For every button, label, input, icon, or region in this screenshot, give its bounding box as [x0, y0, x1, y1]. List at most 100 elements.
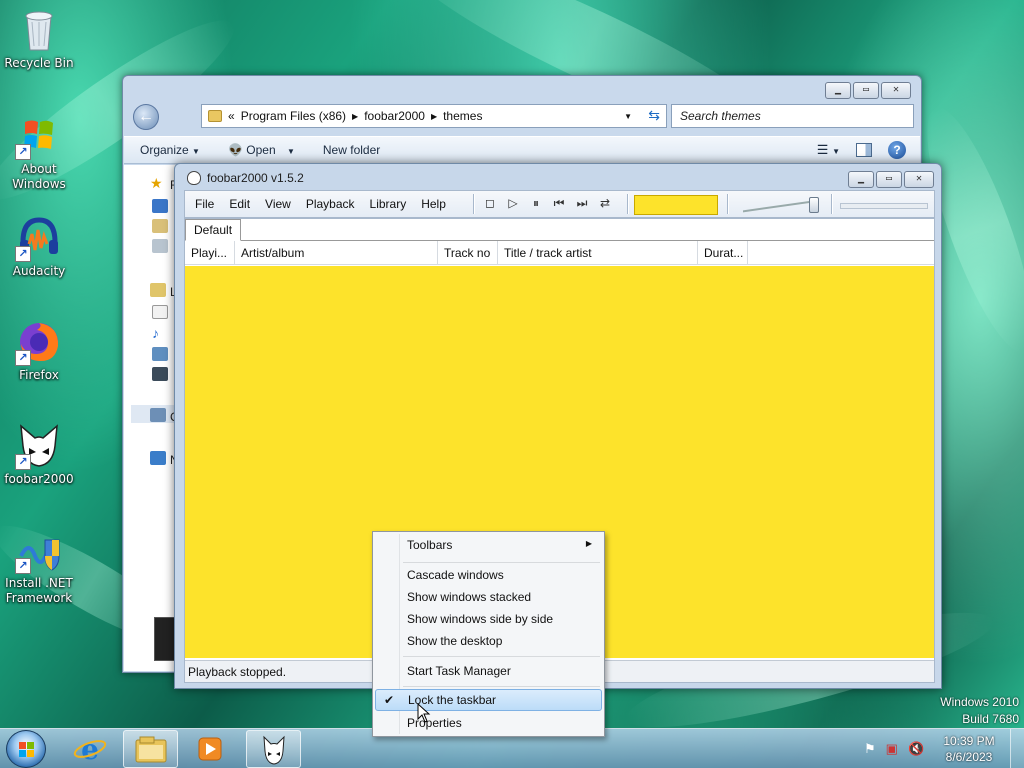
minimize-button[interactable]: ▁ — [848, 171, 874, 188]
menu-edit[interactable]: Edit — [229, 197, 250, 211]
computer-icon[interactable] — [150, 408, 166, 422]
videos-library-icon[interactable] — [152, 367, 168, 381]
menu-item-label: Toolbars — [407, 538, 453, 552]
preview-pane-icon[interactable] — [856, 143, 872, 157]
volume-knob[interactable] — [809, 197, 819, 213]
desktop-icon-firefox[interactable]: ↗ Firefox — [0, 318, 78, 383]
dropdown-arrow-icon: ▼ — [192, 147, 200, 156]
column-header-title[interactable]: Title / track artist — [498, 241, 698, 264]
desktop-icon-label: Audacity — [12, 264, 66, 278]
favorites-star-icon[interactable]: ★ — [150, 175, 163, 192]
menu-item-toolbars[interactable]: Toolbars ▶ — [375, 534, 602, 556]
music-library-icon[interactable]: ♪ — [152, 325, 168, 341]
column-header-track-no[interactable]: Track no — [438, 241, 498, 264]
desktop-icon-label: About Windows — [12, 162, 66, 191]
window-titlebar: foobar2000 v1.5.2 — [187, 171, 304, 185]
column-header-duration[interactable]: Durat... — [698, 241, 748, 264]
desktop-icon-audacity[interactable]: ↗ Audacity — [0, 214, 78, 279]
tab-default[interactable]: Default — [185, 219, 242, 241]
previous-icon[interactable]: ⏮ — [550, 194, 568, 212]
next-icon[interactable]: ⏭ — [573, 194, 591, 212]
desktop-icon-install-dotnet[interactable]: ↗ Install .NET Framework — [0, 526, 78, 606]
desktop-icon-foobar2000[interactable]: ↗ foobar2000 — [0, 422, 78, 487]
minimize-button[interactable]: ▁ — [825, 82, 851, 99]
menu-item-start-task-manager[interactable]: Start Task Manager — [375, 660, 602, 682]
maximize-button[interactable]: ▭ — [853, 82, 879, 99]
volume-slider[interactable] — [743, 197, 825, 213]
stop-icon[interactable]: ◻ — [481, 194, 499, 212]
taskbar-internet-explorer[interactable]: e — [63, 730, 118, 768]
svg-text:e: e — [81, 733, 99, 766]
menu-library[interactable]: Library — [370, 197, 407, 211]
search-input[interactable]: Search themes — [671, 104, 914, 128]
taskbar-media-player[interactable] — [183, 730, 238, 768]
pictures-library-icon[interactable] — [152, 347, 168, 361]
menu-item-show-desktop[interactable]: Show the desktop — [375, 630, 602, 652]
pause-icon[interactable]: ⏸ — [527, 194, 545, 212]
show-desktop-button[interactable] — [1010, 729, 1024, 768]
recent-places-icon[interactable] — [152, 239, 168, 253]
breadcrumb-separator-icon[interactable]: ▶ — [431, 112, 437, 121]
address-bar[interactable]: « Program Files (x86) ▶ foobar2000 ▶ the… — [201, 104, 667, 128]
column-header-artist-album[interactable]: Artist/album — [235, 241, 438, 264]
toolbar-separator — [627, 194, 629, 214]
menu-item-properties[interactable]: Properties — [375, 712, 602, 734]
menu-item-show-side-by-side[interactable]: Show windows side by side — [375, 608, 602, 630]
action-center-flag-icon[interactable]: ⚑ — [864, 741, 876, 757]
explorer-window-controls: ▁ ▭ ✕ — [825, 82, 911, 99]
network-icon[interactable]: ▣ — [886, 741, 898, 757]
taskbar-clock[interactable]: 10:39 PM 8/6/2023 — [935, 733, 1003, 765]
documents-library-icon[interactable] — [152, 305, 168, 319]
maximize-button[interactable]: ▭ — [876, 171, 902, 188]
breadcrumb-item[interactable]: foobar2000 — [364, 109, 425, 123]
address-dropdown-icon[interactable]: ▼ — [624, 112, 632, 121]
menu-item-cascade-windows[interactable]: Cascade windows — [375, 564, 602, 586]
desktop-icon-recycle-bin[interactable]: Recycle Bin — [0, 6, 78, 71]
play-icon[interactable]: ▷ — [504, 194, 522, 212]
new-folder-button[interactable]: New folder — [323, 143, 380, 157]
address-overflow[interactable]: « — [228, 109, 235, 123]
network-icon[interactable] — [150, 451, 166, 465]
refresh-icon[interactable]: ⇆ — [648, 107, 660, 124]
back-arrow-icon[interactable]: ← — [133, 104, 159, 130]
breadcrumb-separator-icon[interactable]: ▶ — [352, 112, 358, 121]
playlist-column-headers: Playi... Artist/album Track no Title / t… — [185, 241, 934, 265]
shortcut-arrow-icon: ↗ — [15, 558, 31, 574]
close-button[interactable]: ✕ — [881, 82, 911, 99]
close-button[interactable]: ✕ — [904, 171, 934, 188]
windows-logo-icon: ↗ — [15, 112, 63, 160]
foobar2000-icon: 👽 — [227, 143, 243, 157]
menu-file[interactable]: File — [195, 197, 214, 211]
breadcrumb-item[interactable]: Program Files (x86) — [241, 109, 346, 123]
menu-help[interactable]: Help — [421, 197, 446, 211]
column-header-playing[interactable]: Playi... — [185, 241, 235, 264]
taskbar-foobar2000[interactable] — [246, 730, 301, 768]
random-icon[interactable]: ⇄ — [596, 194, 614, 212]
volume-track — [743, 199, 819, 213]
taskbar-windows-explorer[interactable] — [123, 730, 178, 768]
help-icon[interactable]: ? — [888, 141, 906, 159]
downloads-folder-icon[interactable] — [152, 219, 168, 233]
menu-item-lock-taskbar[interactable]: ✔ Lock the taskbar — [375, 689, 602, 711]
open-button[interactable]: 👽 Open ▼ — [228, 143, 295, 157]
open-label: Open — [246, 143, 276, 157]
start-button[interactable] — [6, 730, 46, 768]
view-options-icon[interactable]: ☰ ▼ — [817, 142, 840, 158]
desktop-icon-label: Install .NET Framework — [5, 576, 73, 605]
menu-playback[interactable]: Playback — [306, 197, 355, 211]
menu-view[interactable]: View — [265, 197, 291, 211]
watermark-line2: Build 7680 — [962, 712, 1019, 726]
breadcrumb-item[interactable]: themes — [443, 109, 482, 123]
seek-bar[interactable] — [840, 203, 928, 209]
volume-muted-icon[interactable]: 🔇 — [908, 741, 924, 757]
desktop-icon-about-windows[interactable]: ↗ About Windows — [0, 112, 78, 192]
organize-button[interactable]: Organize ▼ — [140, 143, 200, 157]
foobar2000-icon: ↗ — [15, 422, 63, 470]
desktop-folder-icon[interactable] — [152, 199, 168, 213]
organize-label: Organize — [140, 143, 189, 157]
firefox-icon: ↗ — [15, 318, 63, 366]
menu-separator — [403, 686, 600, 687]
menu-item-show-windows-stacked[interactable]: Show windows stacked — [375, 586, 602, 608]
shortcut-arrow-icon: ↗ — [15, 144, 31, 160]
libraries-icon[interactable] — [150, 283, 166, 297]
